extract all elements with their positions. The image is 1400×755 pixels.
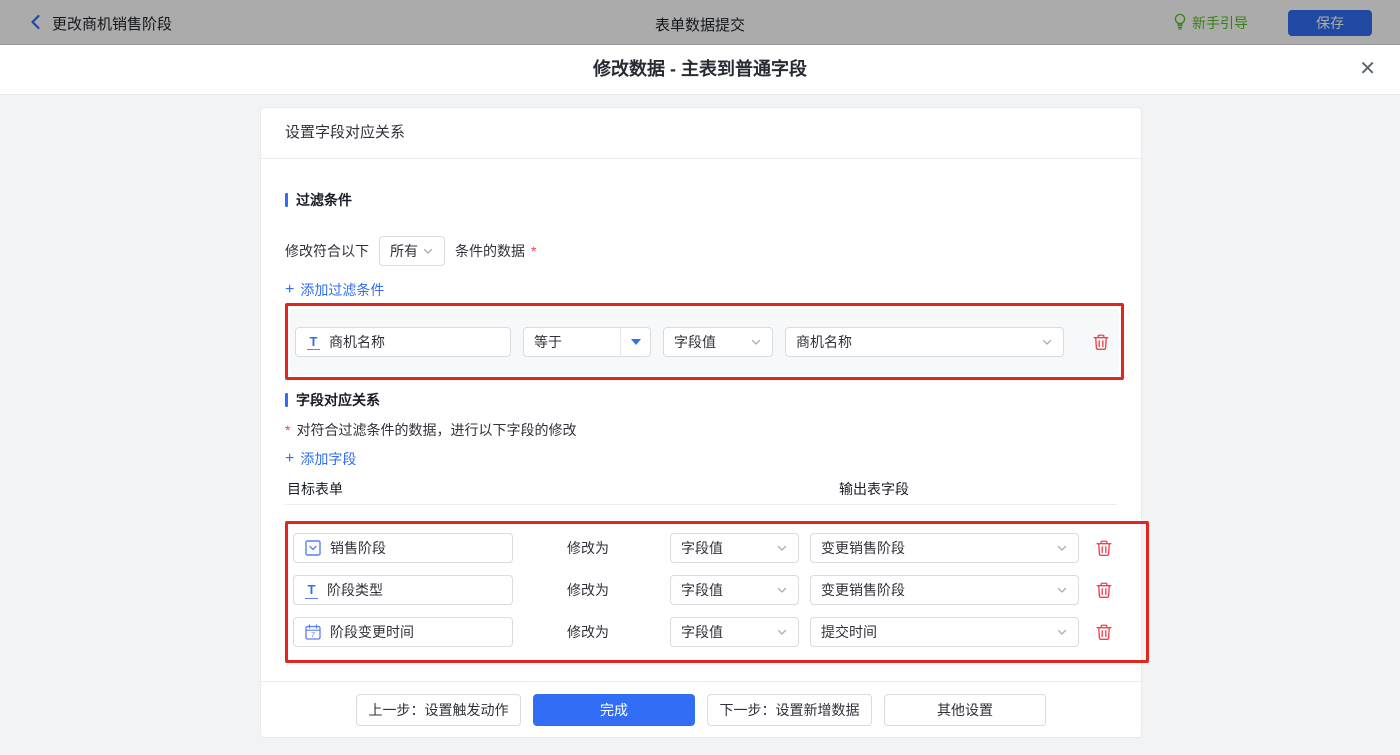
mapping-column-headers: 目标表单 输出表字段 (285, 479, 1117, 499)
next-step-button[interactable]: 下一步：设置新增数据 (707, 693, 872, 726)
delete-row-icon[interactable] (1095, 581, 1113, 599)
beginner-guide-label: 新手引导 (1192, 15, 1248, 31)
operator-caret-button[interactable] (620, 327, 650, 356)
select-field-icon (305, 540, 321, 556)
mapping-row: 销售阶段 修改为 字段值 变更销售阶段 (293, 533, 1146, 563)
condition-logic-select[interactable]: 所有 (379, 236, 445, 266)
chevron-down-icon (423, 248, 433, 254)
add-filter-condition-link[interactable]: + 添加过滤条件 (285, 280, 384, 300)
value-type-select[interactable]: 字段值 (670, 617, 799, 647)
back-icon[interactable] (26, 12, 46, 32)
field-mapping-card: 设置字段对应关系 过滤条件 修改符合以下 所有 条件的数据 * + 添加过滤条件 (260, 107, 1149, 738)
target-field-input[interactable]: 销售阶段 (293, 533, 513, 563)
filter-section-title: 过滤条件 (285, 190, 1117, 210)
required-mark: * (285, 422, 291, 438)
workflow-title: 更改商机销售阶段 (52, 16, 173, 33)
prev-step-button[interactable]: 上一步：设置触发动作 (356, 693, 521, 726)
value-type-select[interactable]: 字段值 (670, 575, 799, 605)
delete-filter-icon[interactable] (1092, 333, 1110, 351)
filter-value-select[interactable]: 商机名称 (785, 326, 1064, 357)
column-output-fields: 输出表字段 (839, 481, 909, 497)
chevron-down-icon (777, 629, 787, 635)
section-accent-bar (285, 393, 288, 407)
delete-row-icon[interactable] (1095, 623, 1113, 641)
page-title: 表单数据提交 (654, 17, 746, 34)
filter-condition-row: T 商机名称 等于 字段值 商机名称 (290, 308, 1119, 375)
filter-field-input[interactable]: T 商机名称 (295, 326, 511, 357)
target-field-input[interactable]: 7 阶段变更时间 (293, 617, 513, 647)
save-button[interactable]: 保存 (1288, 10, 1372, 36)
plus-icon: + (285, 450, 295, 467)
svg-text:7: 7 (311, 630, 315, 639)
dialog-footer: 上一步：设置触发动作 完成 下一步：设置新增数据 其他设置 (261, 681, 1141, 737)
lightbulb-icon (1173, 13, 1187, 33)
output-field-select[interactable]: 变更销售阶段 (810, 575, 1079, 605)
topbar: 更改商机销售阶段 表单数据提交 新手引导 保存 (0, 0, 1400, 45)
mapping-row: T 阶段类型 修改为 字段值 变更销售阶段 (293, 575, 1146, 605)
annotation-box-filter: T 商机名称 等于 字段值 商机名称 (285, 303, 1124, 380)
header-divider (285, 504, 1117, 505)
chevron-down-icon (777, 545, 787, 551)
modify-data-dialog: 修改数据 - 主表到普通字段 ✕ 设置字段对应关系 过滤条件 修改符合以下 所有… (0, 45, 1400, 755)
value-type-select[interactable]: 字段值 (670, 533, 799, 563)
condition-sentence: 修改符合以下 所有 条件的数据 * (285, 236, 1117, 266)
required-mark: * (531, 243, 537, 259)
plus-icon: + (285, 281, 295, 298)
condition-suffix: 条件的数据 (455, 243, 525, 259)
filter-value-type-select[interactable]: 字段值 (663, 326, 773, 357)
output-field-select[interactable]: 变更销售阶段 (810, 533, 1079, 563)
target-field-input[interactable]: T 阶段类型 (293, 575, 513, 605)
dialog-title: 修改数据 - 主表到普通字段 (593, 59, 807, 79)
add-field-link[interactable]: + 添加字段 (285, 449, 356, 469)
chevron-down-icon (1057, 587, 1067, 593)
chevron-down-icon (1042, 339, 1052, 345)
modify-to-label: 修改为 (567, 540, 609, 556)
text-field-icon: T (307, 333, 320, 350)
output-field-select[interactable]: 提交时间 (810, 617, 1079, 647)
close-icon[interactable]: ✕ (1359, 58, 1376, 80)
card-header-title: 设置字段对应关系 (261, 108, 1141, 159)
other-settings-button[interactable]: 其他设置 (884, 693, 1046, 726)
text-field-icon: T (305, 582, 318, 599)
caret-down-icon (630, 338, 641, 345)
mapping-hint: * 对符合过滤条件的数据，进行以下字段的修改 (285, 422, 577, 438)
chevron-down-icon (1057, 629, 1067, 635)
mapping-row: 7 阶段变更时间 修改为 字段值 提交时间 (293, 617, 1146, 647)
condition-prefix: 修改符合以下 (285, 243, 369, 259)
modify-to-label: 修改为 (567, 582, 609, 598)
section-accent-bar (285, 193, 288, 207)
column-target-form: 目标表单 (287, 481, 343, 497)
card-body: 过滤条件 修改符合以下 所有 条件的数据 * + 添加过滤条件 T 商机名称 等… (261, 159, 1149, 663)
done-button[interactable]: 完成 (533, 693, 695, 726)
modify-to-label: 修改为 (567, 624, 609, 640)
dialog-titlebar: 修改数据 - 主表到普通字段 ✕ (0, 45, 1400, 95)
chevron-down-icon (777, 587, 787, 593)
chevron-down-icon (751, 339, 761, 345)
chevron-down-icon (1057, 545, 1067, 551)
date-field-icon: 7 (305, 624, 321, 640)
beginner-guide-link[interactable]: 新手引导 (1173, 13, 1248, 33)
filter-operator-select[interactable]: 等于 (523, 326, 651, 357)
delete-row-icon[interactable] (1095, 539, 1113, 557)
annotation-box-mapping: 销售阶段 修改为 字段值 变更销售阶段 T 阶段类型 修改为 字段值 变更销售阶… (285, 521, 1149, 663)
mapping-section-title: 字段对应关系 (285, 390, 1117, 410)
